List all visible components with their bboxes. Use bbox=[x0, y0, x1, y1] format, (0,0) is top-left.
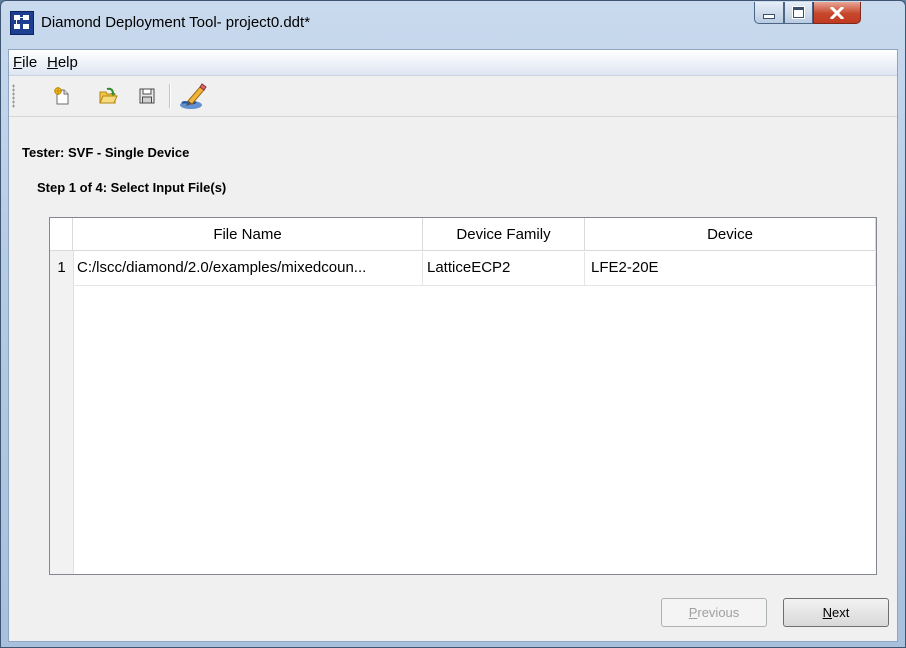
previous-button[interactable]: Previous bbox=[661, 598, 767, 627]
cell-device-family[interactable]: LatticeECP2 bbox=[423, 252, 585, 286]
column-header-file-name[interactable]: File Name bbox=[73, 218, 423, 251]
open-file-button[interactable] bbox=[96, 84, 120, 108]
close-icon bbox=[830, 6, 844, 19]
input-files-table[interactable]: File Name Device Family Device 1 C:/lscc… bbox=[49, 217, 877, 575]
column-header-device-family[interactable]: Device Family bbox=[423, 218, 585, 251]
save-icon bbox=[139, 88, 155, 104]
save-button[interactable] bbox=[135, 84, 159, 108]
app-icon[interactable] bbox=[10, 11, 34, 35]
maximize-button[interactable] bbox=[784, 2, 813, 24]
minimize-button[interactable] bbox=[754, 2, 784, 24]
menu-help[interactable]: Help bbox=[47, 54, 78, 71]
edit-icon bbox=[180, 83, 207, 109]
column-header-device[interactable]: Device bbox=[585, 218, 876, 251]
next-button[interactable]: Next bbox=[783, 598, 889, 627]
menu-file[interactable]: File bbox=[13, 54, 37, 71]
tester-label: Tester: SVF - Single Device bbox=[22, 145, 190, 160]
minimize-icon bbox=[763, 14, 775, 19]
corner-header bbox=[50, 218, 73, 251]
menu-bar: File Help bbox=[9, 50, 897, 76]
cell-file-name[interactable]: C:/lscc/diamond/2.0/examples/mixedcoun..… bbox=[73, 252, 423, 286]
open-file-icon bbox=[99, 87, 118, 104]
row-number[interactable]: 1 bbox=[50, 252, 73, 286]
edit-button[interactable] bbox=[177, 80, 209, 112]
toolbar bbox=[9, 76, 897, 117]
new-file-button[interactable] bbox=[50, 84, 74, 108]
app-window: Diamond Deployment Tool- project0.ddt* F… bbox=[0, 0, 906, 648]
step-label: Step 1 of 4: Select Input File(s) bbox=[37, 180, 227, 195]
maximize-icon bbox=[793, 7, 804, 18]
new-file-icon bbox=[54, 87, 69, 105]
client-area: File Help Tester: SVF - Single Device St… bbox=[8, 49, 898, 642]
cell-device[interactable]: LFE2-20E bbox=[585, 252, 876, 286]
title-bar[interactable]: Diamond Deployment Tool- project0.ddt* bbox=[1, 1, 905, 49]
toolbar-separator bbox=[169, 84, 171, 108]
toolbar-grip[interactable] bbox=[12, 84, 15, 108]
window-title: Diamond Deployment Tool- project0.ddt* bbox=[41, 14, 311, 31]
close-button[interactable] bbox=[813, 2, 861, 24]
